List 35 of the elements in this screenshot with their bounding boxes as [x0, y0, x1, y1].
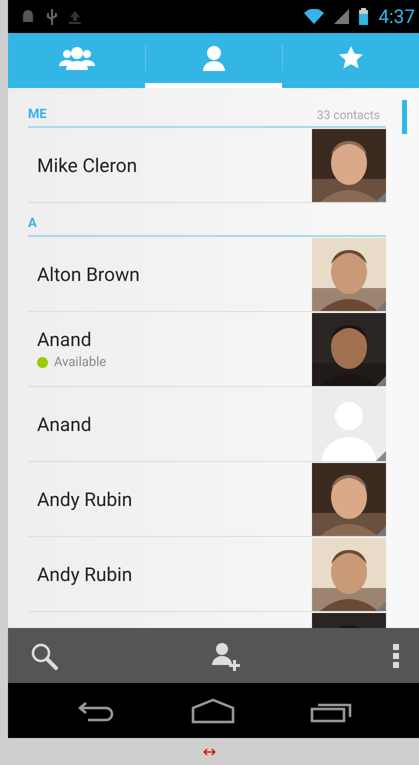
resize-arrow: ↔: [202, 742, 216, 761]
overflow-menu-button[interactable]: [393, 644, 399, 668]
contact-row[interactable]: Anand Available: [28, 312, 386, 387]
home-button[interactable]: [190, 698, 234, 724]
search-icon: [30, 642, 58, 670]
section-header: A: [28, 216, 37, 231]
contact-name: Andy Rubin: [37, 562, 132, 586]
contact-count: 33 contacts: [316, 108, 380, 122]
wifi-icon: [304, 9, 324, 24]
contact-row[interactable]: Andy Rubin: [28, 462, 386, 537]
contact-name: Anand: [37, 328, 92, 351]
upload-icon: [68, 10, 82, 24]
section-header: ME: [28, 107, 47, 122]
contact-row[interactable]: Anand: [28, 387, 386, 462]
contact-row[interactable]: Mike Cleron: [28, 128, 386, 203]
group-icon: [58, 46, 94, 70]
add-person-icon: [210, 640, 242, 670]
search-button[interactable]: [30, 642, 58, 670]
contact-name: Alton Brown: [37, 262, 140, 286]
battery-icon: [359, 8, 368, 25]
person-icon: [202, 45, 226, 71]
usb-icon: [46, 8, 58, 24]
contact-row[interactable]: Andy Rubin: [28, 537, 386, 612]
presence-status: Available: [54, 355, 106, 370]
more-icon: [393, 644, 399, 668]
contact-row[interactable]: Alton Brown: [28, 237, 386, 312]
contact-name: Andy Rubin: [37, 488, 132, 510]
contact-name: Mike Cleron: [37, 154, 138, 176]
clock-time: 4:37: [378, 5, 415, 28]
scrollbar: [402, 100, 407, 134]
star-icon: [338, 45, 364, 71]
home-icon: [190, 698, 234, 724]
add-contact-button[interactable]: [210, 640, 242, 670]
contact-name: Anand: [37, 412, 92, 436]
signal-icon: [334, 9, 350, 24]
